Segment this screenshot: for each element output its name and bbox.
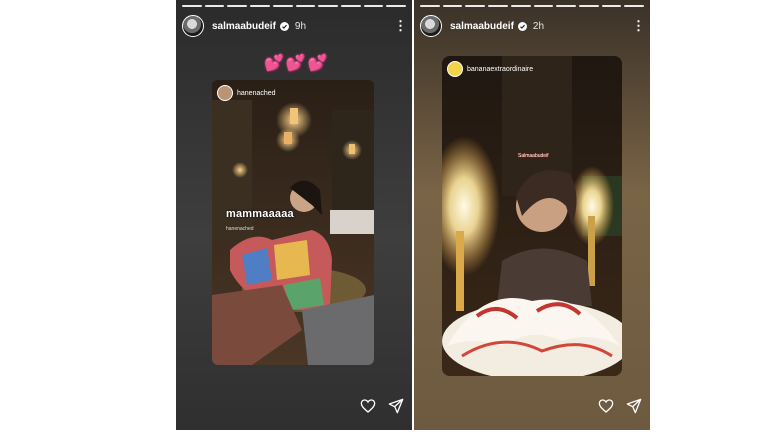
timestamp: 9h xyxy=(294,20,307,32)
verified-badge-icon xyxy=(517,21,527,31)
heart-icon[interactable] xyxy=(360,398,376,414)
username[interactable]: salmaabudeif xyxy=(450,21,514,32)
mention-username: hanenached xyxy=(237,89,276,97)
mention-chip[interactable]: hanenached xyxy=(217,85,276,101)
story-panel-left[interactable]: salmaabudeif 9h ⋮ 💕 💕 💕 hanenached mamma… xyxy=(176,0,412,430)
timestamp: 2h xyxy=(532,20,545,32)
mention-chip[interactable]: bananaextraordinaire xyxy=(447,61,533,77)
progress-segment xyxy=(227,5,248,7)
verified-badge-icon xyxy=(279,21,289,31)
send-icon[interactable] xyxy=(388,398,404,414)
progress-segment xyxy=(204,5,225,7)
heart-icon[interactable] xyxy=(598,398,614,414)
progress-segment xyxy=(510,5,531,7)
progress-segment xyxy=(465,5,486,7)
progress-bar xyxy=(420,5,645,7)
story-header: salmaabudeif 9h ⋮ xyxy=(182,14,407,38)
story-panel-right[interactable]: salmaabudeif 2h ⋮ bananaextraordinaire S… xyxy=(414,0,650,430)
progress-segment xyxy=(442,5,463,7)
story-actions xyxy=(598,398,642,414)
progress-segment xyxy=(420,5,440,7)
progress-segment xyxy=(556,5,576,7)
avatar[interactable] xyxy=(420,15,442,37)
hearts-emoji: 💕 xyxy=(264,55,284,72)
hearts-emoji: 💕 xyxy=(307,55,328,72)
story-header: salmaabudeif 2h ⋮ xyxy=(420,14,645,38)
hearts-emoji: 💕 xyxy=(285,55,306,72)
progress-segment xyxy=(533,5,554,7)
story-caption: mammaaaaa xyxy=(226,208,294,220)
progress-segment xyxy=(363,5,384,7)
story-photo: bananaextraordinaire Salmaabudeif xyxy=(442,56,622,376)
progress-segment xyxy=(624,5,645,7)
progress-segment xyxy=(386,5,407,7)
progress-segment xyxy=(250,5,270,7)
progress-segment xyxy=(578,5,599,7)
mention-avatar xyxy=(447,61,463,77)
more-options-icon[interactable]: ⋮ xyxy=(632,19,645,32)
progress-bar xyxy=(182,5,407,7)
restaurant-photo-illustration xyxy=(212,80,374,365)
photo-tag: Salmaabudeif xyxy=(518,153,549,159)
avatar[interactable] xyxy=(182,15,204,37)
username[interactable]: salmaabudeif xyxy=(212,21,276,32)
progress-segment xyxy=(488,5,508,7)
mention-avatar xyxy=(217,85,233,101)
progress-segment xyxy=(340,5,361,7)
mention-username: bananaextraordinaire xyxy=(467,65,534,73)
story-photo: hanenached mammaaaaa hanenached xyxy=(212,80,374,365)
story-caption-mention: hanenached xyxy=(226,226,254,232)
story-actions xyxy=(360,398,404,414)
progress-segment xyxy=(295,5,316,7)
more-options-icon[interactable]: ⋮ xyxy=(394,19,407,32)
progress-segment xyxy=(318,5,338,7)
hearts-sticker: 💕 💕 💕 xyxy=(264,56,328,72)
progress-segment xyxy=(601,5,622,7)
progress-segment xyxy=(182,5,202,7)
progress-segment xyxy=(272,5,293,7)
send-icon[interactable] xyxy=(626,398,642,414)
birthday-photo-illustration xyxy=(442,56,622,376)
